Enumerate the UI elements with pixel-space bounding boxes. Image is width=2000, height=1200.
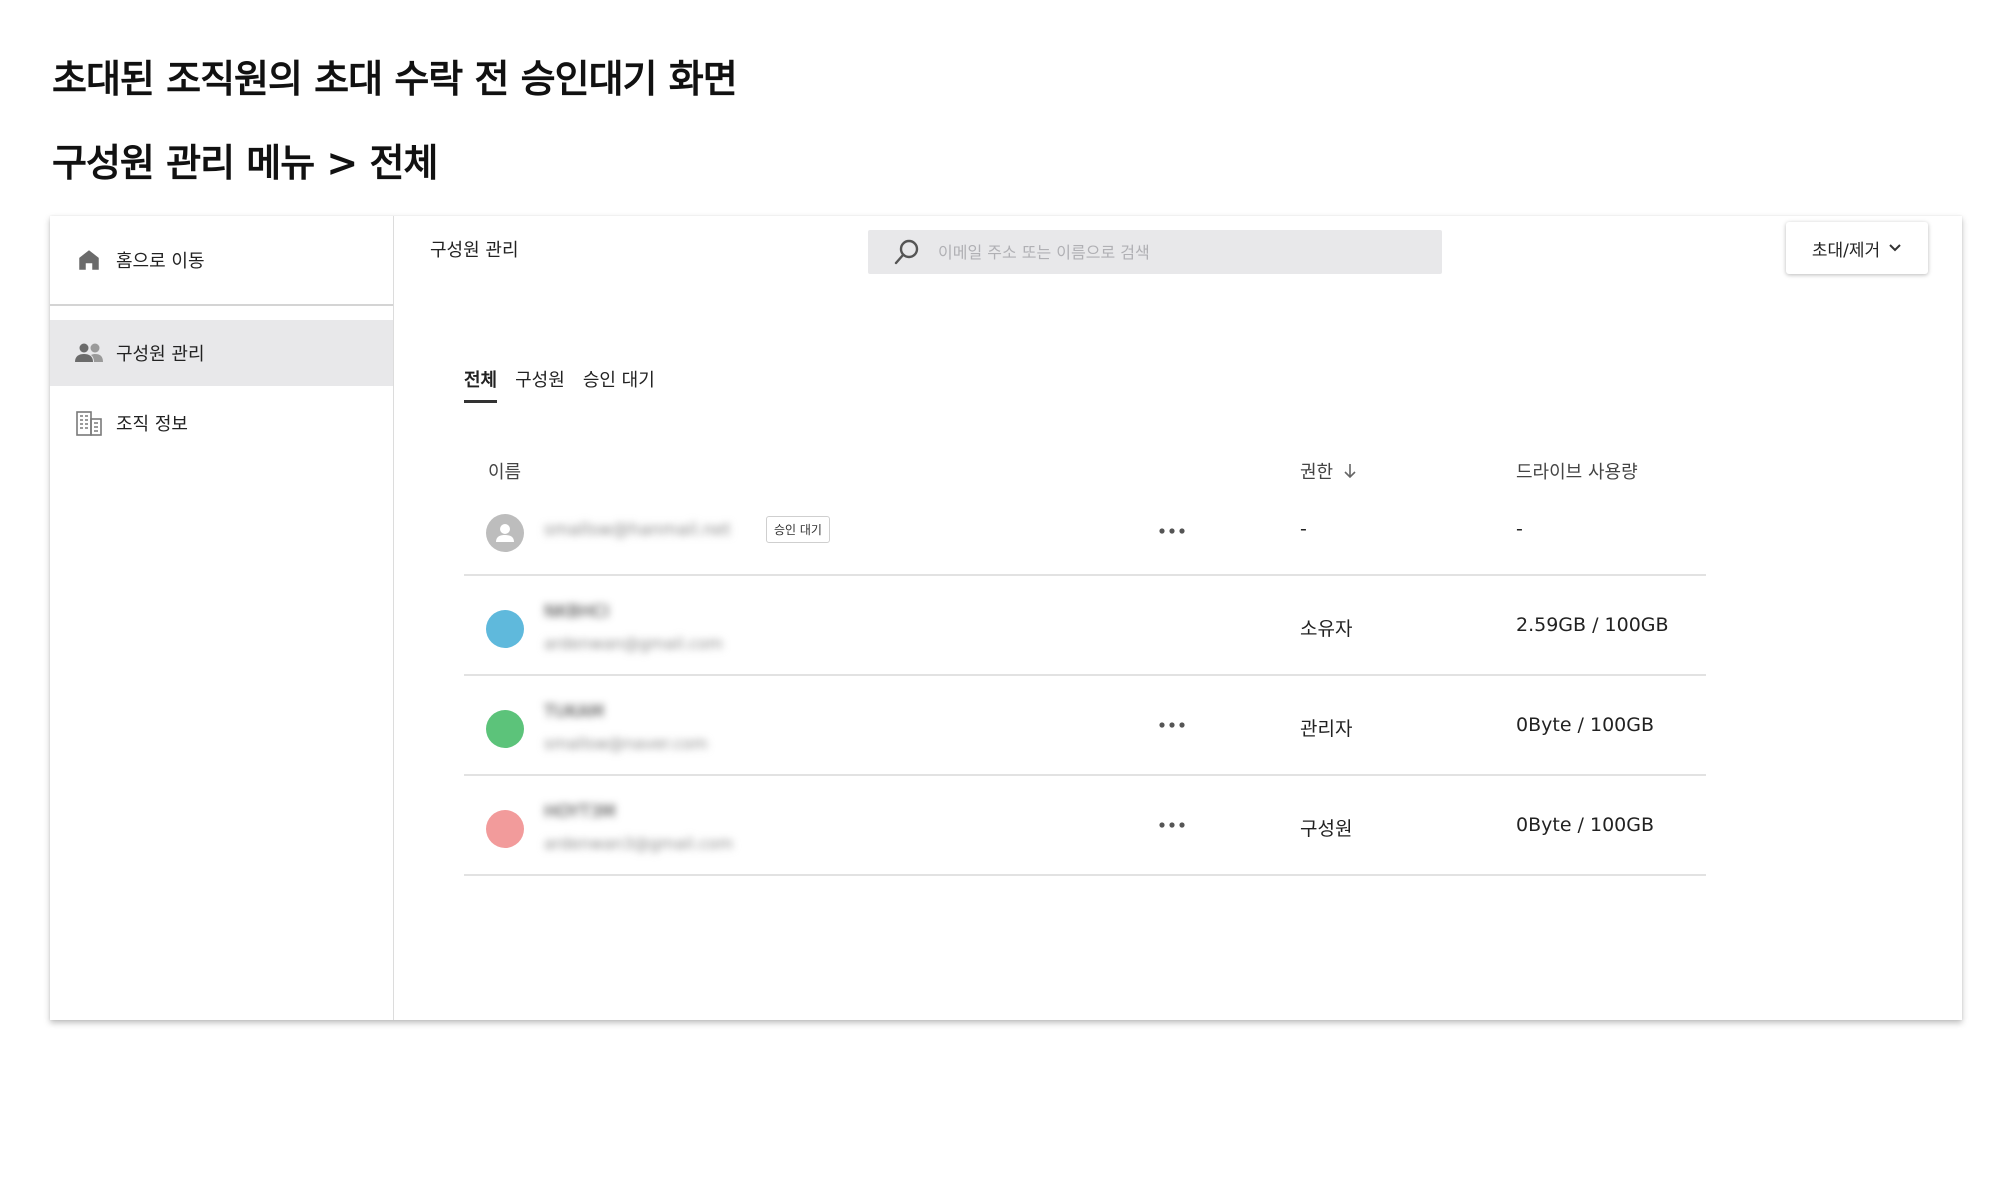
sidebar-item-label: 구성원 관리 [116, 344, 205, 365]
table-header: 이름 권한 드라이브 사용량 [464, 444, 1706, 492]
tab-pending[interactable]: 승인 대기 [583, 366, 655, 403]
member-usage: 2.59GB / 100GB [1516, 614, 1669, 636]
more-options-button[interactable] [1152, 810, 1192, 840]
building-icon [74, 408, 104, 438]
avatar [486, 710, 524, 748]
column-header-role[interactable]: 권한 [1300, 458, 1359, 484]
avatar [486, 810, 524, 848]
table-row: NKBHCI ardenwan@gmail.com 소유자 2.59GB / 1… [464, 576, 1706, 676]
sidebar-item-members[interactable]: 구성원 관리 [50, 320, 393, 386]
more-options-button[interactable] [1152, 710, 1192, 740]
column-header-role-label: 권한 [1300, 462, 1334, 483]
status-badge: 승인 대기 [766, 516, 830, 543]
invite-remove-button[interactable]: 초대/제거 [1786, 222, 1928, 274]
more-options-button[interactable] [1152, 516, 1192, 546]
main-panel: 구성원 관리 초대/제거 전체 구성원 승인 대기 이름 [394, 216, 1962, 1020]
more-horizontal-icon [1159, 528, 1185, 534]
search-icon [892, 237, 922, 267]
page-title: 구성원 관리 [430, 240, 519, 261]
page-subheading: 구성원 관리 메뉴 > 전체 [52, 141, 438, 185]
nav-home[interactable]: 홈으로 이동 [50, 216, 393, 306]
people-icon [74, 338, 104, 368]
avatar-placeholder-icon [486, 514, 524, 552]
member-name: NKBHCI [544, 602, 610, 622]
member-name: HOYT3M [544, 802, 616, 822]
home-icon [74, 245, 104, 275]
table-row: TUKAM smallsw@naver.com 관리자 0Byte / 100G… [464, 676, 1706, 776]
sidebar: 홈으로 이동 구성원 관리 조직 정보 [50, 216, 394, 1020]
invite-remove-label: 초대/제거 [1811, 240, 1881, 261]
member-role: 소유자 [1300, 618, 1353, 640]
member-usage: 0Byte / 100GB [1516, 814, 1655, 836]
app-window: 홈으로 이동 구성원 관리 조직 정보 구성원 관리 이메일 주소 또는 이름으… [50, 216, 1962, 1020]
table-row: HOYT3M ardenwan3@gmail.com 구성원 0Byte / 1… [464, 776, 1706, 876]
member-role: 관리자 [1300, 718, 1353, 740]
arrow-down-icon [1344, 464, 1356, 479]
more-horizontal-icon [1159, 822, 1185, 828]
member-email: smallsw@hanmail.net [544, 520, 731, 540]
column-header-name: 이름 [488, 462, 522, 483]
member-email: ardenwan3@gmail.com [544, 834, 734, 853]
member-usage: 0Byte / 100GB [1516, 714, 1655, 736]
table-row: smallsw@hanmail.net 승인 대기 - - [464, 492, 1706, 576]
filter-tabs: 전체 구성원 승인 대기 [464, 366, 673, 403]
member-email: ardenwan@gmail.com [544, 634, 723, 653]
member-role: 구성원 [1300, 818, 1353, 840]
page-heading: 초대된 조직원의 초대 수락 전 승인대기 화면 [52, 57, 738, 101]
tab-members[interactable]: 구성원 [515, 366, 565, 403]
tab-all[interactable]: 전체 [464, 366, 498, 403]
member-name: TUKAM [544, 702, 604, 722]
member-email: smallsw@naver.com [544, 734, 708, 753]
sidebar-item-label: 조직 정보 [116, 414, 188, 435]
members-table: 이름 권한 드라이브 사용량 smallsw@hanmail.net 승인 대기 [464, 444, 1706, 876]
search-bar[interactable] [868, 230, 1442, 274]
avatar [486, 610, 524, 648]
search-input[interactable] [936, 241, 1400, 263]
member-role: - [1300, 518, 1307, 540]
chevron-down-icon [1889, 244, 1901, 252]
nav-home-label: 홈으로 이동 [116, 251, 205, 272]
sidebar-item-org-info[interactable]: 조직 정보 [50, 390, 393, 456]
member-usage: - [1516, 518, 1523, 540]
more-horizontal-icon [1159, 722, 1185, 728]
column-header-usage: 드라이브 사용량 [1516, 462, 1638, 483]
